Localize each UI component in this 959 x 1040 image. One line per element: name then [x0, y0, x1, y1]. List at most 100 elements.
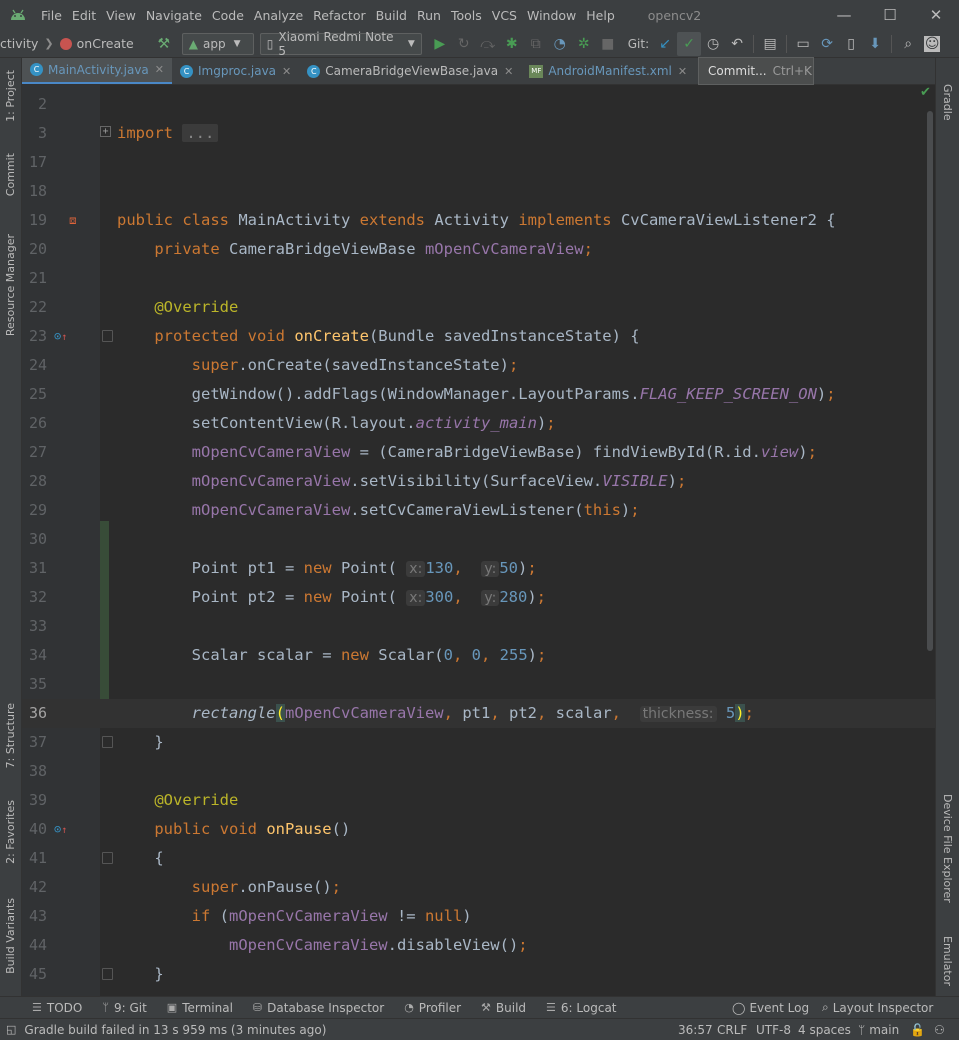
git-branch-icon: ᛘ	[102, 1001, 109, 1014]
file-encoding[interactable]: UTF-8	[756, 1019, 791, 1040]
status-message[interactable]: Gradle build failed in 13 s 959 ms (3 mi…	[24, 1023, 326, 1037]
tab-mainactivity[interactable]: C MainActivity.java ✕	[22, 58, 172, 84]
menu-code[interactable]: Code	[207, 8, 249, 23]
status-toggle-icon[interactable]: ◱	[6, 1023, 16, 1036]
avd-manager-icon[interactable]: ▭	[791, 32, 815, 56]
line-separator[interactable]: CRLF	[717, 1019, 747, 1040]
attach-debugger-icon[interactable]: ⧉	[524, 32, 548, 56]
build-variants-tool-tab[interactable]: Build Variants	[4, 898, 17, 974]
code-line: 35	[22, 670, 935, 699]
debug-attach-icon[interactable]: ✲	[572, 32, 596, 56]
stop-icon[interactable]: ■	[596, 32, 620, 56]
menu-refactor[interactable]: Refactor	[308, 8, 370, 23]
vertical-scrollbar[interactable]	[925, 85, 935, 996]
todo-tool-tab[interactable]: ☰ TODO	[32, 1001, 82, 1015]
menu-help[interactable]: Help	[581, 8, 620, 23]
menu-file[interactable]: File	[36, 8, 67, 23]
code-line: 22 @Override	[22, 293, 935, 322]
minimize-button[interactable]: —	[821, 0, 867, 30]
menu-run[interactable]: Run	[412, 8, 446, 23]
history-icon[interactable]: ◷	[701, 32, 725, 56]
gradle-tool-tab[interactable]: Gradle	[941, 84, 954, 121]
device-manager-icon[interactable]: ▯	[839, 32, 863, 56]
close-window-button[interactable]: ✕	[913, 0, 959, 30]
caret-position[interactable]: 36:57	[678, 1019, 713, 1040]
emulator-tool-tab[interactable]: Emulator	[941, 936, 954, 986]
structure-tool-tab[interactable]: 7: Structure	[4, 703, 17, 768]
commit-tool-tab[interactable]: Commit	[4, 153, 17, 196]
run-config-select[interactable]: ▲ app ▼	[181, 32, 254, 55]
sdk-manager-icon[interactable]: ⬇	[863, 32, 887, 56]
project-structure-icon[interactable]: ▤	[758, 32, 782, 56]
menu-edit[interactable]: Edit	[67, 8, 101, 23]
logcat-tool-tab[interactable]: ☰ 6: Logcat	[546, 1001, 616, 1015]
list-icon: ☰	[32, 1001, 42, 1014]
java-abstract-class-icon: C	[307, 64, 321, 78]
param-hint: y:	[481, 561, 500, 577]
favorites-tool-tab[interactable]: 2: Favorites	[4, 800, 17, 864]
menu-navigate[interactable]: Navigate	[141, 8, 207, 23]
event-log-tool-tab[interactable]: ◯ Event Log	[732, 1001, 809, 1015]
search-icon[interactable]: ⌕	[896, 32, 920, 56]
code-editor[interactable]: 2 3 + import ... 17 18 19 ⧈ public class…	[22, 85, 935, 996]
folded-imports[interactable]: ...	[182, 124, 219, 142]
related-layout-icon[interactable]: ⧈	[69, 206, 77, 235]
resource-manager-tool-tab[interactable]: Resource Manager	[4, 234, 17, 336]
git-branch[interactable]: ᛘ main	[858, 1019, 899, 1040]
close-icon[interactable]: ✕	[282, 65, 291, 78]
menu-window[interactable]: Window	[522, 8, 581, 23]
android-icon: ▲	[188, 36, 198, 51]
line-number: 34	[28, 646, 47, 664]
apply-code-changes-icon[interactable]: ⤼	[476, 32, 500, 56]
build-tool-tab[interactable]: ⚒ Build	[481, 1001, 526, 1015]
device-select[interactable]: ▯ Xiaomi Redmi Note 5 ▼	[259, 30, 422, 58]
profiler-tool-tab[interactable]: ◔ Profiler	[404, 1001, 461, 1015]
close-icon[interactable]: ✕	[155, 63, 164, 76]
layout-inspector-tool-tab[interactable]: ⌕ Layout Inspector	[822, 1000, 933, 1015]
database-inspector-tool-tab[interactable]: ⛁ Database Inspector	[253, 1001, 384, 1015]
tab-imgproc[interactable]: C Imgproc.java ✕	[172, 58, 299, 84]
menu-analyze[interactable]: Analyze	[249, 8, 308, 23]
android-studio-logo-icon	[8, 8, 28, 22]
close-icon[interactable]: ✕	[504, 65, 513, 78]
line-number: 2	[37, 95, 47, 113]
lock-icon[interactable]: 🔓	[910, 1019, 925, 1040]
fold-icon[interactable]	[102, 968, 113, 980]
git-tool-tab[interactable]: ᛘ 9: Git	[102, 1001, 146, 1015]
fold-icon[interactable]	[102, 736, 113, 748]
account-icon[interactable]: ☺	[924, 35, 941, 52]
override-method-icon[interactable]: ⊙↑	[54, 322, 67, 352]
code-line: 39 @Override	[22, 786, 935, 815]
debug-icon[interactable]: ✱	[500, 32, 524, 56]
override-method-icon[interactable]: ⊙↑	[54, 815, 67, 845]
indent-setting[interactable]: 4 spaces	[798, 1019, 851, 1040]
menu-build[interactable]: Build	[371, 8, 412, 23]
breadcrumb-oncreate[interactable]: onCreate	[77, 36, 134, 51]
rollback-icon[interactable]: ↶	[725, 32, 749, 56]
maximize-button[interactable]: ☐	[867, 0, 913, 30]
run-icon[interactable]: ▶	[428, 32, 452, 56]
close-icon[interactable]: ✕	[678, 65, 687, 78]
line-number: 33	[28, 617, 47, 635]
hammer-icon[interactable]: ⚒	[152, 32, 176, 56]
project-tool-tab[interactable]: 1: Project	[4, 70, 17, 122]
menu-view[interactable]: View	[101, 8, 141, 23]
commit-icon[interactable]: ✓	[677, 31, 702, 56]
device-file-explorer-tool-tab[interactable]: Device File Explorer	[941, 794, 954, 903]
terminal-tool-tab[interactable]: ▣ Terminal	[167, 1001, 233, 1015]
fold-icon[interactable]	[102, 330, 113, 342]
fold-icon[interactable]	[102, 852, 113, 864]
tab-camerabridgeviewbase[interactable]: C CameraBridgeViewBase.java ✕	[299, 58, 521, 84]
menu-tools[interactable]: Tools	[446, 8, 487, 23]
breadcrumb-activity[interactable]: ctivity	[0, 36, 38, 51]
scrollbar-thumb[interactable]	[927, 111, 933, 651]
memory-indicator-icon[interactable]: ⚇	[934, 1019, 945, 1040]
param-hint: x:	[406, 561, 426, 577]
expand-fold-icon[interactable]: +	[100, 126, 111, 137]
update-project-icon[interactable]: ↙	[653, 32, 677, 56]
apply-changes-icon[interactable]: ↻	[452, 32, 476, 56]
tab-androidmanifest[interactable]: MF AndroidManifest.xml ✕	[521, 58, 695, 84]
profile-icon[interactable]: ◔	[548, 32, 572, 56]
menu-vcs[interactable]: VCS	[487, 8, 522, 23]
sync-gradle-icon[interactable]: ⟳	[815, 32, 839, 56]
